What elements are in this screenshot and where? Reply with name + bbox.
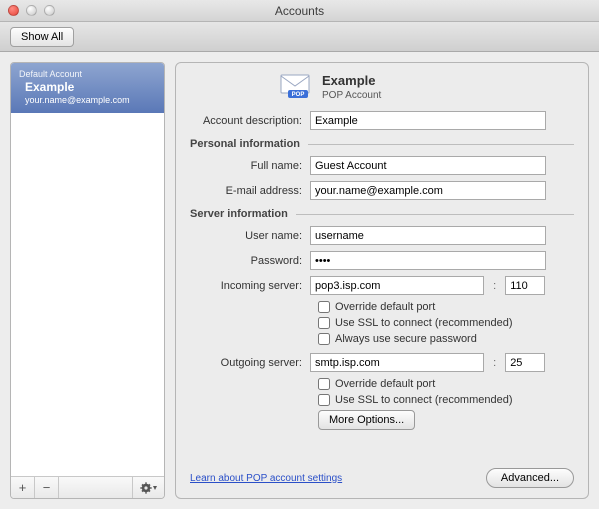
- divider: [296, 214, 574, 215]
- outgoing-label: Outgoing server:: [190, 357, 310, 369]
- checkbox-icon[interactable]: [318, 333, 330, 345]
- account-title: Example: [322, 73, 381, 88]
- password-label: Password:: [190, 255, 310, 267]
- checkbox-icon[interactable]: [318, 378, 330, 390]
- port-separator: :: [493, 280, 496, 292]
- mail-pop-icon: POP: [280, 74, 312, 100]
- secure-password-label: Always use secure password: [335, 333, 477, 345]
- spacer: [59, 477, 132, 498]
- minimize-icon[interactable]: [26, 5, 37, 16]
- account-item-default[interactable]: Default Account Example your.name@exampl…: [11, 63, 164, 113]
- accounts-sidebar: Default Account Example your.name@exampl…: [10, 62, 165, 499]
- override-port-label: Override default port: [335, 301, 435, 313]
- incoming-label: Incoming server:: [190, 280, 310, 292]
- main-split: Default Account Example your.name@exampl…: [0, 52, 599, 509]
- window-title: Accounts: [0, 4, 599, 18]
- username-input[interactable]: [310, 226, 546, 245]
- close-icon[interactable]: [8, 5, 19, 16]
- more-options-button[interactable]: More Options...: [318, 410, 415, 430]
- actions-menu-button[interactable]: [132, 477, 164, 498]
- account-type-label: POP Account: [322, 90, 381, 101]
- description-input[interactable]: [310, 111, 546, 130]
- advanced-button[interactable]: Advanced...: [486, 468, 574, 488]
- gear-icon: [140, 482, 158, 494]
- personal-info-label: Personal information: [190, 138, 308, 150]
- account-header: POP Example POP Account: [280, 73, 574, 101]
- outgoing-ssl-checkbox[interactable]: Use SSL to connect (recommended): [318, 394, 574, 406]
- toolbar: Show All: [0, 22, 599, 52]
- checkbox-icon[interactable]: [318, 317, 330, 329]
- section-server: Server information: [190, 208, 574, 220]
- outgoing-server-input[interactable]: [310, 353, 484, 372]
- incoming-server-input[interactable]: [310, 276, 484, 295]
- plus-icon: +: [19, 480, 27, 495]
- outgoing-override-port-checkbox[interactable]: Override default port: [318, 378, 574, 390]
- password-input[interactable]: [310, 251, 546, 270]
- panel-footer: Learn about POP account settings Advance…: [190, 468, 574, 488]
- server-info-label: Server information: [190, 208, 296, 220]
- ssl-label: Use SSL to connect (recommended): [335, 394, 513, 406]
- description-label: Account description:: [190, 115, 310, 127]
- ssl-label: Use SSL to connect (recommended): [335, 317, 513, 329]
- sidebar-footer: + −: [11, 476, 164, 498]
- incoming-port-input[interactable]: [505, 276, 545, 295]
- add-account-button[interactable]: +: [11, 477, 35, 498]
- fullname-input[interactable]: [310, 156, 546, 175]
- accounts-list[interactable]: Default Account Example your.name@exampl…: [11, 63, 164, 476]
- section-personal: Personal information: [190, 138, 574, 150]
- email-label: E-mail address:: [190, 185, 310, 197]
- email-input[interactable]: [310, 181, 546, 200]
- secure-password-checkbox[interactable]: Always use secure password: [318, 333, 574, 345]
- zoom-icon[interactable]: [44, 5, 55, 16]
- override-port-label: Override default port: [335, 378, 435, 390]
- account-detail-panel: POP Example POP Account Account descript…: [175, 62, 589, 499]
- port-separator: :: [493, 357, 496, 369]
- account-email: your.name@example.com: [25, 95, 156, 105]
- titlebar: Accounts: [0, 0, 599, 22]
- incoming-override-port-checkbox[interactable]: Override default port: [318, 301, 574, 313]
- fullname-label: Full name:: [190, 160, 310, 172]
- account-name: Example: [25, 80, 156, 94]
- learn-link[interactable]: Learn about POP account settings: [190, 473, 342, 484]
- username-label: User name:: [190, 230, 310, 242]
- divider: [308, 144, 574, 145]
- incoming-ssl-checkbox[interactable]: Use SSL to connect (recommended): [318, 317, 574, 329]
- traffic-lights: [8, 5, 55, 16]
- checkbox-icon[interactable]: [318, 394, 330, 406]
- show-all-button[interactable]: Show All: [10, 27, 74, 47]
- minus-icon: −: [43, 480, 51, 495]
- header-text: Example POP Account: [322, 73, 381, 101]
- account-default-label: Default Account: [19, 69, 156, 79]
- remove-account-button[interactable]: −: [35, 477, 59, 498]
- outgoing-port-input[interactable]: [505, 353, 545, 372]
- svg-text:POP: POP: [292, 92, 305, 98]
- checkbox-icon[interactable]: [318, 301, 330, 313]
